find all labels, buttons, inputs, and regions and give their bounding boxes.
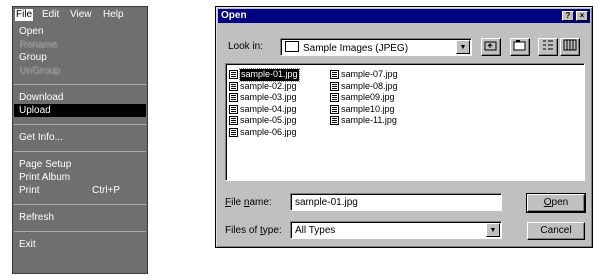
file-item[interactable]: sample09.jpg bbox=[330, 92, 398, 104]
menu-item-label: Refresh bbox=[19, 212, 55, 223]
dialog-title: Open bbox=[221, 10, 247, 21]
image-file-icon bbox=[229, 127, 238, 137]
file-name: sample-07.jpg bbox=[341, 69, 398, 79]
menu-separator bbox=[14, 151, 146, 152]
image-file-icon bbox=[330, 81, 339, 91]
file-item[interactable]: sample-06.jpg bbox=[229, 127, 299, 139]
file-item[interactable]: sample-11.jpg bbox=[330, 115, 398, 127]
image-file-icon bbox=[330, 70, 339, 80]
image-file-icon bbox=[229, 81, 238, 91]
menu-separator bbox=[14, 124, 146, 125]
menu-item-label: Print Album bbox=[19, 172, 71, 183]
menu-edit[interactable]: Edit bbox=[41, 9, 60, 21]
menu-item-page-setup[interactable]: Page Setup bbox=[14, 158, 146, 171]
dialog-titlebar: Open ? × bbox=[218, 9, 590, 23]
menu-item-label: UnGroup bbox=[19, 65, 60, 76]
look-in-dropdown-icon[interactable]: ▼ bbox=[456, 40, 470, 54]
file-name: sample-04.jpg bbox=[240, 103, 297, 114]
files-of-type-value: All Types bbox=[295, 225, 336, 236]
menu-item-print-album[interactable]: Print Album bbox=[14, 171, 146, 184]
file-menu-items: Open Rename Group UnGroup Download Upload Get … bbox=[14, 25, 146, 251]
file-name: sample-03.jpg bbox=[240, 92, 297, 102]
folder-icon bbox=[285, 41, 299, 52]
file-name: sample-11.jpg bbox=[341, 115, 397, 125]
menu-item-upload[interactable]: Upload bbox=[14, 104, 146, 117]
menu-item-refresh[interactable]: Refresh bbox=[14, 211, 146, 224]
menu-item-download[interactable]: Download bbox=[14, 91, 146, 104]
file-name: sample-08.jpg bbox=[341, 80, 398, 91]
menu-item-open[interactable]: Open bbox=[14, 25, 146, 38]
new-folder-icon[interactable] bbox=[510, 38, 530, 56]
open-dialog: Open ? × Look in: Sample Images (JPEG) ▼… bbox=[215, 6, 593, 248]
file-item[interactable]: sample10.jpg bbox=[330, 104, 398, 116]
file-name-label: File name: bbox=[225, 197, 272, 208]
image-file-icon bbox=[330, 116, 339, 126]
open-button[interactable]: Open bbox=[526, 193, 586, 213]
file-name: sample09.jpg bbox=[341, 92, 395, 102]
up-one-level-icon[interactable] bbox=[481, 38, 501, 56]
file-name-value: sample-01.jpg bbox=[295, 197, 358, 208]
image-file-icon bbox=[229, 70, 238, 80]
menu-item-get-info[interactable]: Get Info... bbox=[14, 131, 146, 144]
menu-item-exit[interactable]: Exit bbox=[14, 238, 146, 251]
look-in-label: Look in: bbox=[228, 41, 264, 52]
menu-help[interactable]: Help bbox=[102, 9, 125, 21]
menu-item-label: Exit bbox=[19, 239, 36, 250]
file-list[interactable]: sample-01.jpg sample-02.jpg sample-03.jpg s… bbox=[225, 63, 585, 181]
image-file-icon bbox=[229, 104, 238, 114]
file-item[interactable]: sample-08.jpg bbox=[330, 81, 398, 93]
files-of-type-select[interactable]: All Types ▼ bbox=[290, 221, 502, 239]
file-name-field[interactable]: sample-01.jpg bbox=[290, 193, 502, 211]
file-name: sample-05.jpg bbox=[240, 115, 297, 125]
image-file-icon bbox=[330, 93, 339, 103]
file-item[interactable]: sample-03.jpg bbox=[229, 92, 299, 104]
menu-item-label: Print bbox=[19, 185, 40, 196]
menu-item-label: Get Info... bbox=[19, 132, 63, 143]
cancel-button[interactable]: Cancel bbox=[527, 222, 585, 240]
menu-item-label: Download bbox=[19, 92, 64, 103]
menu-file[interactable]: File bbox=[15, 9, 34, 21]
file-item[interactable]: sample-07.jpg bbox=[330, 69, 398, 81]
files-of-type-dropdown-icon[interactable]: ▼ bbox=[486, 223, 500, 237]
look-in-combo[interactable]: Sample Images (JPEG) ▼ bbox=[280, 38, 472, 56]
menu-separator bbox=[14, 231, 146, 232]
menu-item-ungroup[interactable]: UnGroup bbox=[14, 64, 146, 77]
list-view-icon[interactable] bbox=[538, 38, 558, 56]
look-in-value: Sample Images (JPEG) bbox=[303, 43, 409, 54]
file-name: sample-02.jpg bbox=[240, 80, 297, 91]
help-button[interactable]: ? bbox=[562, 11, 574, 21]
menu-separator bbox=[14, 204, 146, 205]
file-item[interactable]: sample-01.jpg bbox=[229, 68, 300, 82]
menu-item-print[interactable]: Print Ctrl+P bbox=[14, 184, 146, 197]
file-item[interactable]: sample-04.jpg bbox=[229, 104, 299, 116]
files-of-type-label: Files of type: bbox=[225, 225, 282, 236]
file-item[interactable]: sample-05.jpg bbox=[229, 115, 299, 127]
image-file-icon bbox=[330, 104, 339, 114]
menu-item-group[interactable]: Group bbox=[14, 51, 146, 64]
menu-item-shortcut: Ctrl+P bbox=[92, 185, 121, 196]
file-name: sample-06.jpg bbox=[240, 126, 297, 137]
file-item[interactable]: sample-02.jpg bbox=[229, 81, 299, 93]
close-button[interactable]: × bbox=[576, 11, 588, 21]
file-name: sample-01.jpg bbox=[239, 68, 300, 82]
file-column: sample-01.jpg sample-02.jpg sample-03.jpg s… bbox=[229, 68, 300, 139]
menu-item-label: Page Setup bbox=[19, 159, 72, 170]
menu-item-label: Upload bbox=[19, 105, 51, 116]
details-view-icon[interactable] bbox=[560, 38, 580, 56]
file-column: sample-07.jpg sample-08.jpg sample09.jpg sa… bbox=[330, 69, 398, 127]
menu-separator bbox=[14, 84, 146, 85]
menu-view[interactable]: View bbox=[69, 9, 93, 21]
image-file-icon bbox=[229, 93, 238, 103]
file-menu: File Edit View Help Open Rename Group UnGro… bbox=[12, 6, 148, 274]
menu-item-rename[interactable]: Rename bbox=[14, 38, 146, 51]
menu-item-label: Open bbox=[19, 26, 44, 37]
menu-item-label: Rename bbox=[19, 39, 57, 50]
image-file-icon bbox=[229, 116, 238, 126]
file-name: sample10.jpg bbox=[341, 103, 395, 114]
menu-item-label: Group bbox=[19, 52, 47, 63]
